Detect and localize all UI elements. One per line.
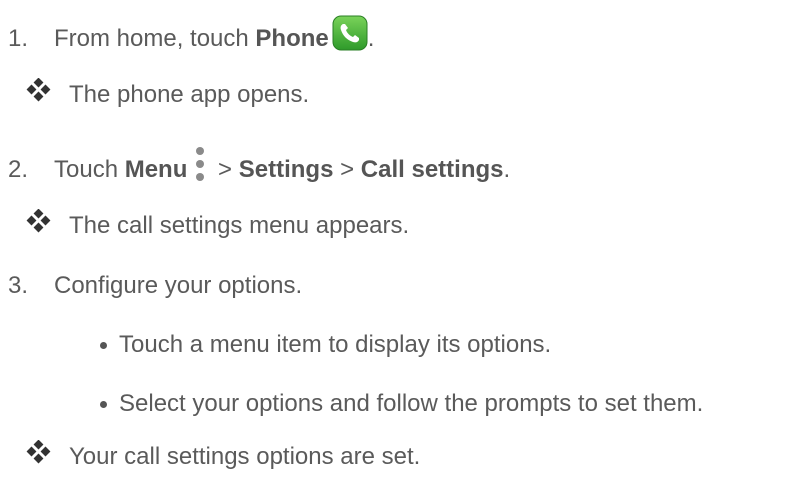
step-2-suffix: . — [503, 156, 511, 183]
step-2: 2. Touch Menu > Settings > Call settings… — [8, 147, 511, 190]
step-2-result-text: The call settings menu appears. — [69, 212, 410, 239]
step-2-sep2: > — [333, 156, 361, 183]
step-2-bold-menu: Menu — [124, 156, 188, 183]
list-item: Select your options and follow the promp… — [100, 389, 703, 419]
step-2-result: The call settings menu appears. — [26, 209, 410, 241]
diamond-cluster-icon — [26, 440, 51, 464]
step-number: 1. — [8, 25, 29, 52]
step-1-result: The phone app opens. — [26, 78, 310, 110]
step-3-result-text: Your call settings options are set. — [69, 443, 421, 470]
step-3: 3. Configure your options. — [8, 271, 302, 301]
step-3-text: Configure your options. — [54, 272, 303, 299]
diamond-cluster-icon — [26, 209, 51, 233]
diamond-cluster-icon — [26, 78, 51, 102]
step-1-bold-phone: Phone — [255, 25, 329, 52]
step-2-bold-call-settings: Call settings — [360, 156, 504, 183]
step-2-sep1: > — [211, 156, 239, 183]
step-number: 2. — [8, 156, 29, 183]
step-2-prefix: Touch — [54, 156, 125, 183]
step-1-result-text: The phone app opens. — [69, 81, 310, 108]
step-1: 1. From home, touch Phone . — [8, 15, 375, 57]
step-2-bold-settings: Settings — [238, 156, 334, 183]
bullet-icon — [100, 341, 107, 349]
bullet-text: Select your options and follow the promp… — [119, 390, 704, 417]
phone-app-icon — [332, 15, 368, 51]
list-item: Touch a menu item to display its options… — [100, 330, 551, 360]
step-1-suffix: . — [367, 25, 375, 52]
menu-dots-icon — [196, 147, 205, 181]
step-number: 3. — [8, 272, 29, 299]
bullet-text: Touch a menu item to display its options… — [119, 331, 552, 358]
step-3-result: Your call settings options are set. — [26, 440, 421, 472]
step-1-prefix: From home, touch — [54, 25, 256, 52]
bullet-icon — [100, 400, 107, 408]
